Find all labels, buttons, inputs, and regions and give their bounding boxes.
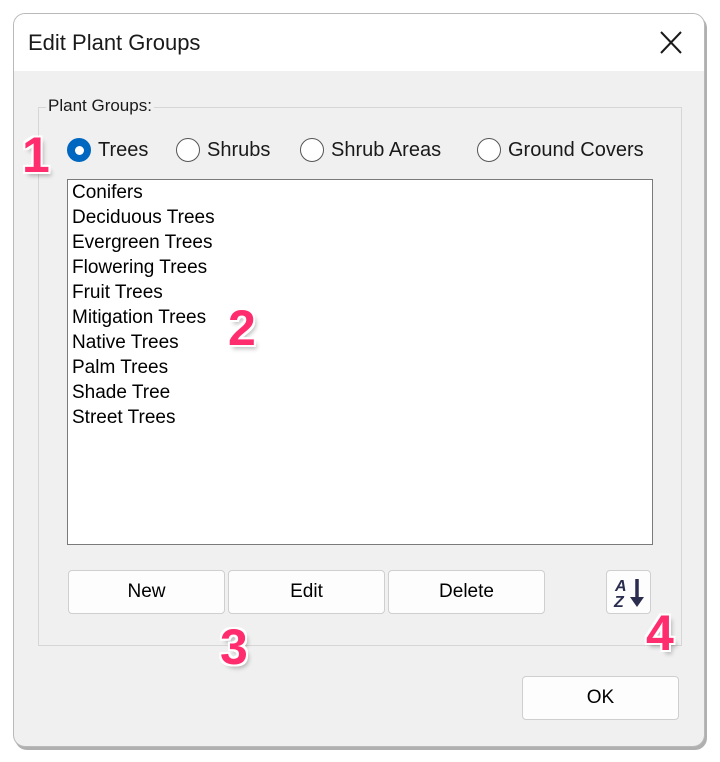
ok-button[interactable]: OK [522,676,679,720]
list-item[interactable]: Fruit Trees [68,280,652,305]
radio-circle[interactable] [477,138,501,162]
svg-text:Z: Z [613,594,625,611]
list-item[interactable]: Street Trees [68,405,652,430]
radio-circle[interactable] [176,138,200,162]
plant-groups-label: Plant Groups: [46,96,154,116]
radio-trees[interactable]: Trees [67,138,148,162]
annotation-badge-4: 4 [646,605,674,661]
radio-label: Shrub Areas [331,138,442,161]
radio-circle[interactable] [300,138,324,162]
title-bar: Edit Plant Groups [14,14,704,71]
close-button[interactable] [656,28,686,58]
close-icon [660,31,682,54]
new-button[interactable]: New [68,570,225,614]
radio-shrubs[interactable]: Shrubs [176,138,270,162]
svg-text:A: A [614,578,627,595]
plant-groups-listbox[interactable]: Conifers Deciduous Trees Evergreen Trees… [67,179,653,545]
edit-button[interactable]: Edit [228,570,385,614]
annotation-badge-2: 2 [228,300,256,356]
radio-label: Shrubs [207,138,271,161]
list-item[interactable]: Native Trees [68,330,652,355]
list-item[interactable]: Mitigation Trees [68,305,652,330]
sort-alphabetical-button[interactable]: A Z [606,570,651,614]
delete-button[interactable]: Delete [388,570,545,614]
annotation-badge-3: 3 [220,619,248,675]
list-item[interactable]: Flowering Trees [68,255,652,280]
sort-az-icon: A Z [613,578,644,611]
list-item[interactable]: Evergreen Trees [68,230,652,255]
radio-ground-covers[interactable]: Ground Covers [477,138,644,162]
radio-label: Ground Covers [508,138,644,161]
dialog-title: Edit Plant Groups [28,30,201,55]
edit-plant-groups-dialog: Edit Plant Groups Plant Groups: Trees Sh… [13,13,705,747]
list-item[interactable]: Conifers [68,180,652,205]
radio-circle-selected[interactable] [67,138,91,162]
list-item[interactable]: Deciduous Trees [68,205,652,230]
radio-label: Trees [98,138,149,161]
list-item[interactable]: Shade Tree [68,380,652,405]
list-item[interactable]: Palm Trees [68,355,652,380]
radio-shrub-areas[interactable]: Shrub Areas [300,138,441,162]
annotation-badge-1: 1 [22,127,50,183]
